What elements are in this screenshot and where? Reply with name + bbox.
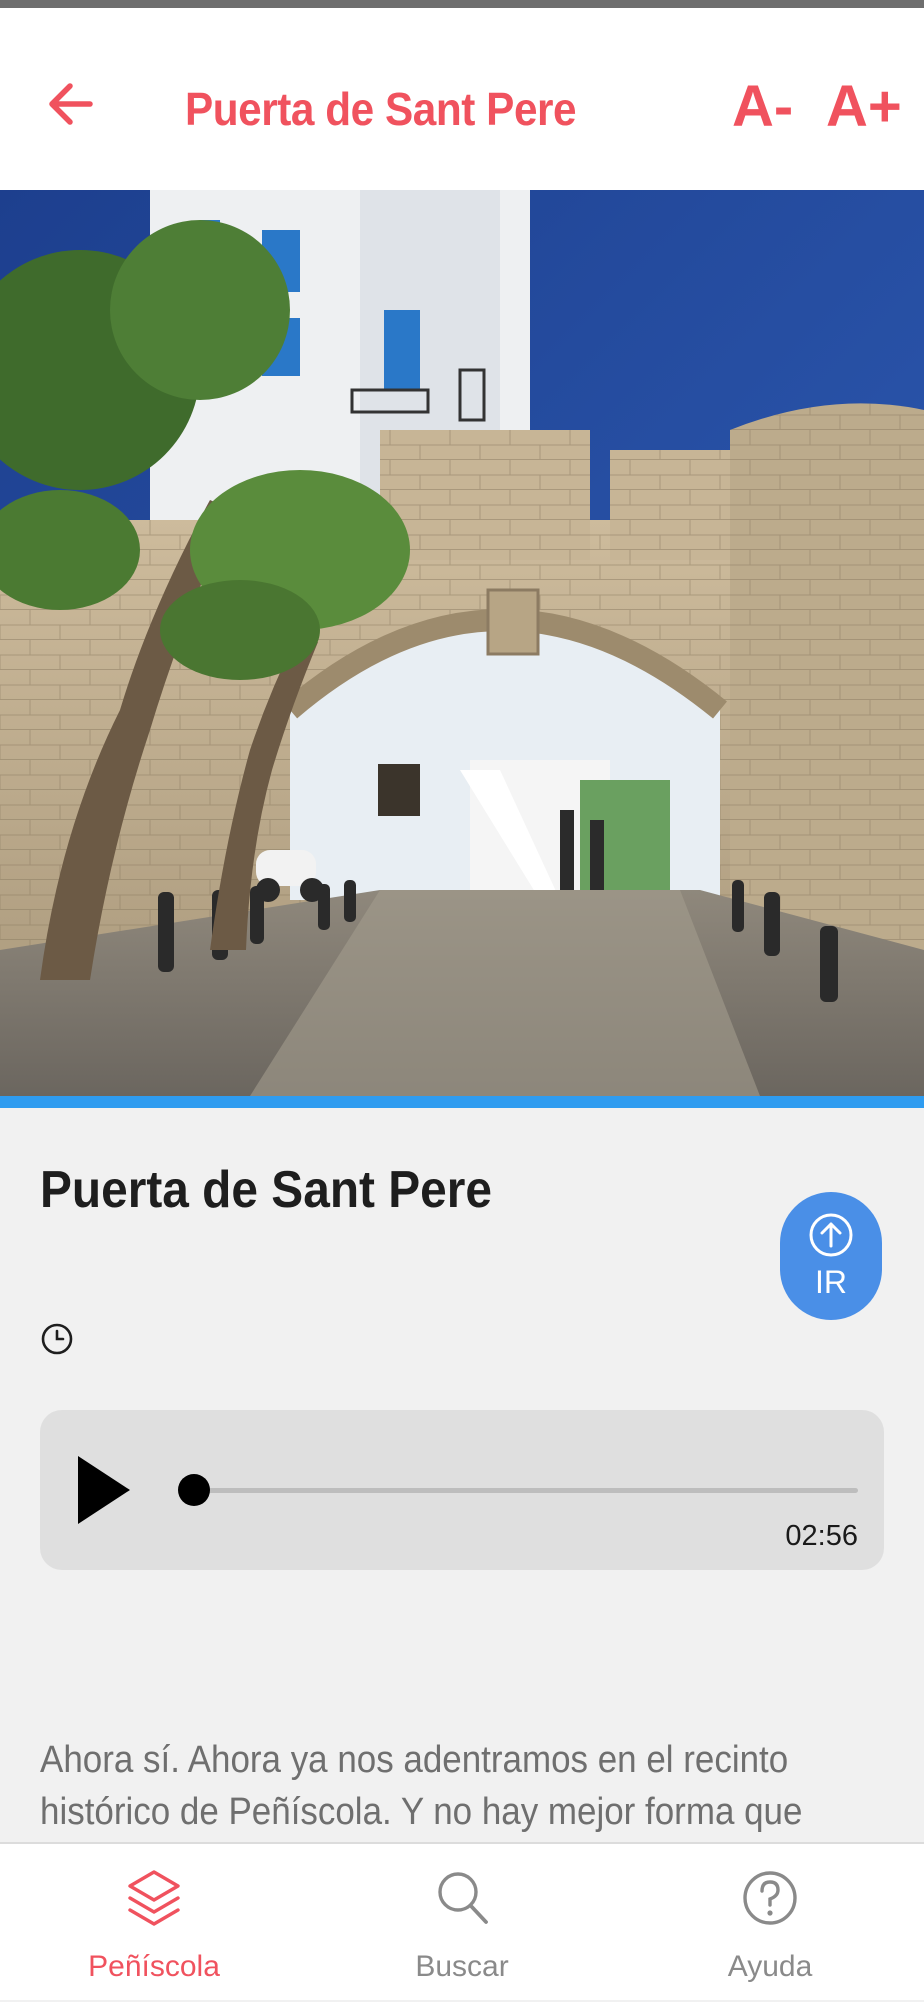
place-title: Puerta de Sant Pere (40, 1161, 493, 1219)
nav-label-buscar: Buscar (415, 1950, 509, 1983)
status-bar (0, 0, 924, 8)
audio-duration: 02:56 (785, 1520, 858, 1552)
arrow-up-circle-icon (809, 1213, 853, 1256)
back-button[interactable] (40, 72, 104, 136)
nav-label-peniscola: Peñíscola (88, 1950, 220, 1983)
nav-item-peniscola[interactable]: Peñíscola (0, 1844, 308, 2002)
nav-item-ayuda[interactable]: Ayuda (616, 1844, 924, 2002)
nav-label-ayuda: Ayuda (727, 1950, 813, 1983)
bottom-navigation: Peñíscola Buscar Ayuda (0, 1842, 924, 2000)
audio-seek-track[interactable] (194, 1488, 858, 1493)
font-decrease-button[interactable]: A- (732, 70, 793, 144)
font-increase-button[interactable]: A+ (826, 70, 902, 144)
app-bar: Puerta de Sant Pere A- A+ (0, 8, 924, 190)
hero-image (0, 190, 924, 1096)
nav-item-buscar[interactable]: Buscar (308, 1844, 616, 2002)
go-button-label: IR (815, 1263, 847, 1300)
audio-player: 02:56 (40, 1410, 884, 1570)
description-text: Ahora sí. Ahora ya nos adentramos en el … (40, 1739, 803, 1833)
layers-icon (128, 1870, 180, 1926)
search-icon (438, 1872, 488, 1924)
play-icon (78, 1456, 130, 1524)
play-button[interactable] (74, 1454, 134, 1526)
hero-accent-bar (0, 1096, 924, 1108)
clock-icon (41, 1323, 73, 1355)
go-button[interactable]: IR (780, 1192, 882, 1320)
back-arrow-icon (49, 83, 93, 125)
help-icon (743, 1871, 797, 1925)
page-title: Puerta de Sant Pere (185, 83, 577, 135)
audio-seek-thumb[interactable] (178, 1474, 210, 1506)
